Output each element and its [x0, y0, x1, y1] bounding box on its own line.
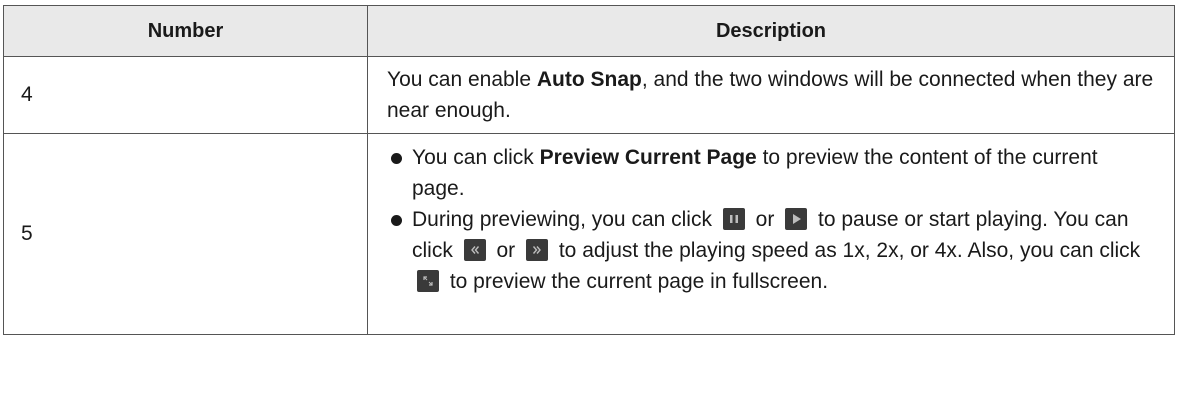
- play-icon: [785, 208, 808, 230]
- list-item: During previewing, you can click or to p…: [387, 204, 1154, 297]
- number-column-header: Number: [3, 5, 368, 57]
- preview-current-page-term: Preview Current Page: [539, 146, 757, 169]
- rewind-icon: [463, 239, 486, 261]
- description-text: or: [749, 208, 781, 231]
- description-text: You can enable: [387, 68, 537, 91]
- description-text: You can click: [412, 146, 540, 169]
- description-text: or: [490, 239, 522, 262]
- row-description-cell: You can enable Auto Snap, and the two wi…: [367, 56, 1175, 134]
- description-text: During previewing, you can click: [412, 208, 718, 231]
- bullet-list: You can click Preview Current Page to pr…: [387, 142, 1154, 297]
- list-item: You can click Preview Current Page to pr…: [387, 142, 1154, 204]
- description-column-header: Description: [367, 5, 1175, 57]
- description-text: to preview the current page in fullscree…: [444, 270, 829, 293]
- table-row: 4 You can enable Auto Snap, and the two …: [3, 56, 1175, 134]
- row-description-cell: You can click Preview Current Page to pr…: [367, 133, 1175, 335]
- row-number-cell: 4: [3, 56, 368, 134]
- row-number-cell: 5: [3, 133, 368, 335]
- table-header-row: Number Description: [3, 5, 1175, 57]
- table-row: 5 You can click Preview Current Page to …: [3, 133, 1175, 335]
- fullscreen-icon: [417, 270, 439, 292]
- pause-icon: [722, 208, 745, 230]
- auto-snap-term: Auto Snap: [536, 68, 642, 91]
- description-text: to adjust the playing speed as 1x, 2x, o…: [553, 239, 1141, 262]
- fast-forward-icon: [526, 239, 549, 261]
- description-table: Number Description 4 You can enable Auto…: [3, 5, 1175, 335]
